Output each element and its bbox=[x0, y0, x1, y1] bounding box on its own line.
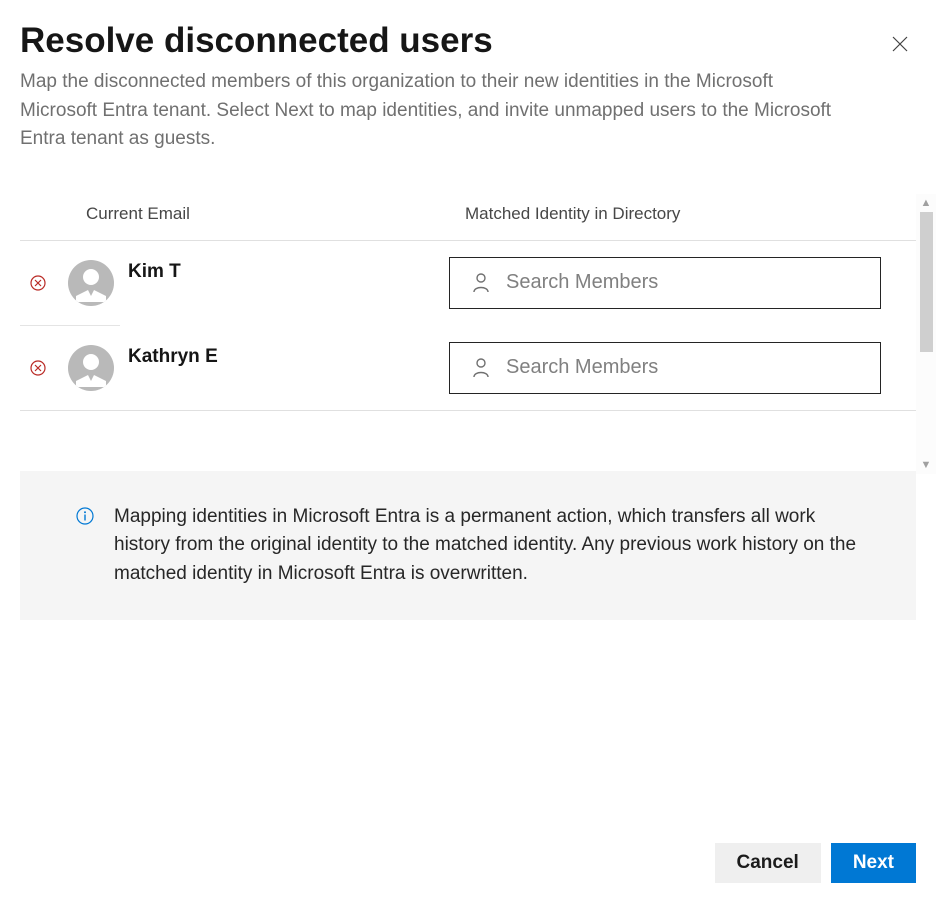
info-text: Mapping identities in Microsoft Entra is… bbox=[114, 503, 874, 589]
avatar bbox=[68, 345, 114, 391]
resolve-users-panel: Resolve disconnected users Map the disco… bbox=[0, 0, 936, 901]
scroll-down-arrow-icon[interactable]: ▼ bbox=[916, 456, 936, 474]
scroll-thumb[interactable] bbox=[920, 212, 933, 352]
remove-circle-icon bbox=[30, 275, 46, 291]
panel-title: Resolve disconnected users bbox=[20, 20, 493, 62]
scroll-up-arrow-icon[interactable]: ▲ bbox=[916, 194, 936, 212]
user-name: Kathryn E bbox=[114, 346, 449, 368]
column-current-email: Current Email bbox=[20, 204, 465, 224]
search-members-input[interactable] bbox=[506, 356, 880, 379]
person-icon bbox=[68, 260, 114, 306]
user-row: Kim T bbox=[20, 241, 916, 325]
info-callout: Mapping identities in Microsoft Entra is… bbox=[20, 471, 916, 621]
person-icon bbox=[68, 345, 114, 391]
close-button[interactable] bbox=[888, 32, 912, 56]
column-matched-identity: Matched Identity in Directory bbox=[465, 204, 916, 224]
panel-footer: Cancel Next bbox=[20, 825, 916, 901]
remove-circle-icon bbox=[30, 360, 46, 376]
search-members-input[interactable] bbox=[506, 271, 880, 294]
avatar bbox=[68, 260, 114, 306]
search-members-field[interactable] bbox=[449, 342, 881, 394]
user-list: Current Email Matched Identity in Direct… bbox=[20, 194, 916, 411]
info-icon bbox=[76, 507, 94, 525]
person-search-icon bbox=[472, 358, 490, 378]
next-button[interactable]: Next bbox=[831, 843, 916, 883]
divider bbox=[20, 410, 916, 411]
cancel-button[interactable]: Cancel bbox=[715, 843, 821, 883]
user-name: Kim T bbox=[114, 261, 449, 283]
panel-header: Resolve disconnected users bbox=[20, 20, 916, 62]
search-members-field[interactable] bbox=[449, 257, 881, 309]
remove-user-button[interactable] bbox=[28, 358, 48, 378]
close-icon bbox=[892, 36, 908, 52]
vertical-scrollbar[interactable]: ▲ ▼ bbox=[916, 194, 936, 474]
remove-user-button[interactable] bbox=[28, 273, 48, 293]
column-headers: Current Email Matched Identity in Direct… bbox=[20, 194, 916, 240]
user-row: Kathryn E bbox=[20, 326, 916, 410]
person-search-icon bbox=[472, 273, 490, 293]
panel-description: Map the disconnected members of this org… bbox=[20, 68, 840, 154]
